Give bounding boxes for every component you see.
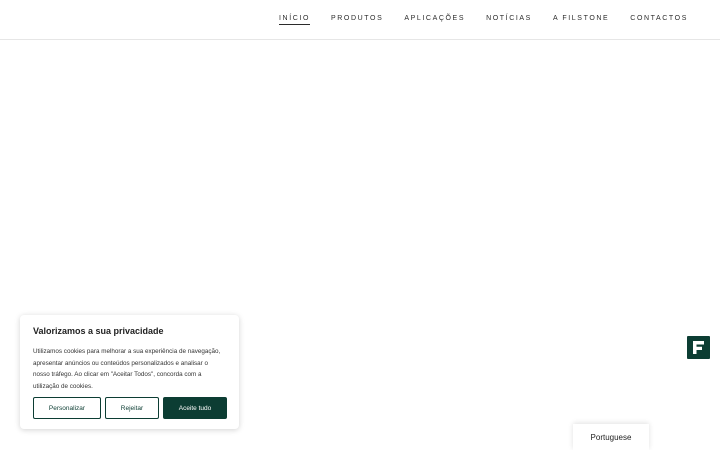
f-logo-glyph	[693, 341, 704, 354]
main-nav: INÍCIO PRODUTOS APLICAÇÕES NOTÍCIAS A FI…	[279, 15, 688, 25]
nav-item-a-filstone[interactable]: A FILSTONE	[553, 15, 609, 25]
nav-item-noticias[interactable]: NOTÍCIAS	[486, 15, 532, 25]
page: INÍCIO PRODUTOS APLICAÇÕES NOTÍCIAS A FI…	[0, 0, 720, 450]
accept-all-cookies-button[interactable]: Aceite tudo	[163, 397, 227, 419]
nav-item-aplicacoes[interactable]: APLICAÇÕES	[404, 15, 465, 25]
cookie-button-group: Personalizar Rejeitar Aceite tudo	[33, 397, 227, 419]
nav-item-contactos[interactable]: CONTACTOS	[630, 15, 688, 25]
language-label: Portuguese	[590, 432, 632, 442]
cookie-banner-text: Utilizamos cookies para melhorar a sua e…	[33, 348, 221, 390]
language-selector[interactable]: Portuguese	[573, 424, 649, 450]
reject-cookies-button[interactable]: Rejeitar	[105, 397, 159, 419]
nav-item-produtos[interactable]: PRODUTOS	[331, 15, 383, 25]
filstone-f-logo-icon[interactable]	[687, 336, 710, 359]
site-header: INÍCIO PRODUTOS APLICAÇÕES NOTÍCIAS A FI…	[0, 0, 720, 40]
cookie-consent-banner: Valorizamos a sua privacidade Utilizamos…	[20, 315, 239, 429]
cookie-banner-title: Valorizamos a sua privacidade	[33, 326, 164, 336]
nav-item-inicio[interactable]: INÍCIO	[279, 15, 310, 25]
customize-cookies-button[interactable]: Personalizar	[33, 397, 101, 419]
